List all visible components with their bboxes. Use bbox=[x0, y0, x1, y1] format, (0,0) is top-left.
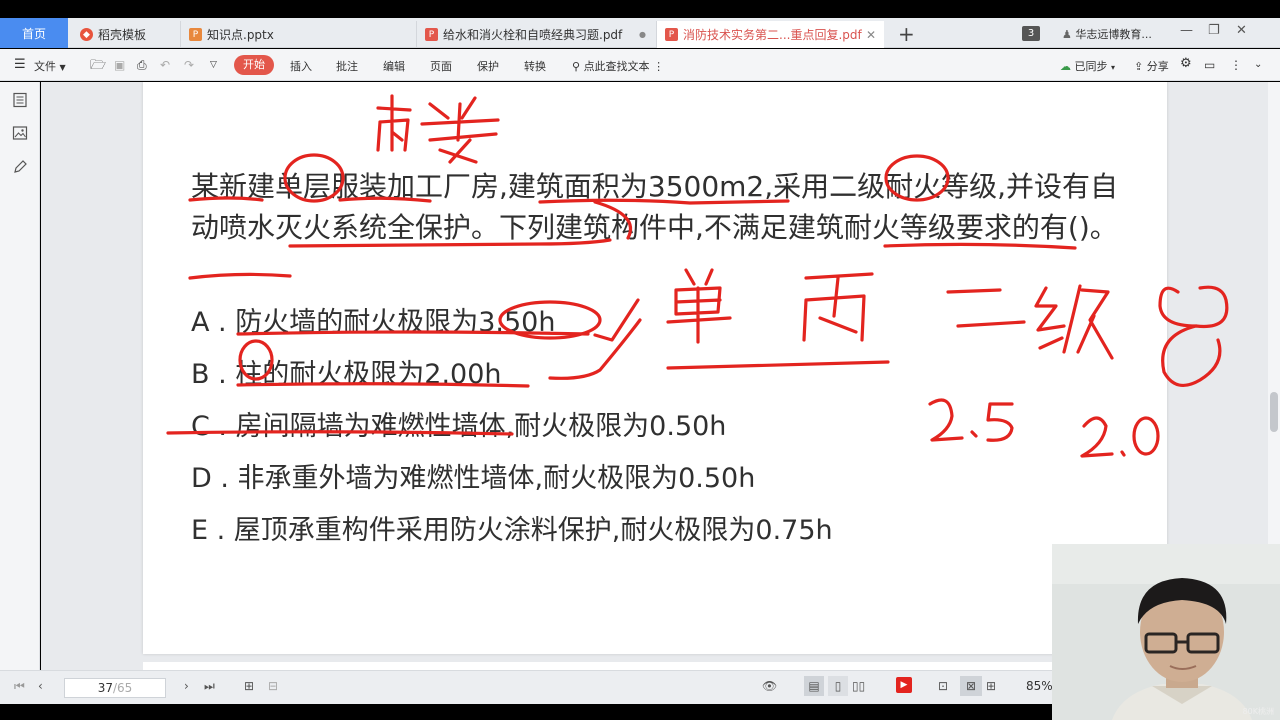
double-page-icon[interactable]: ▯▯ bbox=[852, 679, 865, 693]
pdf-file-icon: P bbox=[665, 28, 678, 41]
menu-protect[interactable]: 保护 bbox=[477, 58, 499, 74]
ppt-file-icon: P bbox=[189, 28, 202, 41]
menu-start[interactable]: 开始 bbox=[234, 55, 274, 75]
unsaved-dot-icon: ● bbox=[639, 30, 646, 39]
next-page-icon[interactable]: › bbox=[184, 679, 189, 693]
option-e: E . 屋顶承重构件采用防火涂料保护,耐火极限为0.75h bbox=[191, 515, 833, 546]
option-d: D . 非承重外墙为难燃性墙体,耐火极限为0.50h bbox=[191, 463, 756, 494]
tab-home-label: 首页 bbox=[21, 26, 46, 41]
zoom-level[interactable]: 85% bbox=[1026, 679, 1053, 693]
menu-edit[interactable]: 编辑 bbox=[383, 58, 405, 74]
daoke-icon: ◆ bbox=[80, 28, 93, 41]
save-icon[interactable]: ▣ bbox=[114, 58, 125, 72]
webcam-overlay: 80K桃洲 bbox=[1052, 544, 1280, 720]
tab-daoke-label: 稻壳模板 bbox=[98, 28, 147, 42]
file-menu[interactable]: 文件 ▼ bbox=[34, 58, 66, 74]
open-folder-icon[interactable]: 🗁 bbox=[90, 56, 106, 78]
actual-size-icon[interactable]: ⊞ bbox=[986, 679, 996, 693]
menu-insert[interactable]: 插入 bbox=[290, 58, 312, 74]
page-number-input[interactable]: 37/65 bbox=[64, 678, 166, 698]
continuous-view-icon[interactable]: ▤ bbox=[804, 676, 824, 696]
file-menu-label: 文件 bbox=[34, 60, 56, 73]
page-total: /65 bbox=[112, 681, 133, 695]
find-text-label: 点此查找文本 bbox=[583, 60, 650, 73]
tab-pdf-active-label: 消防技术实务第二...重点回复.pdf bbox=[683, 28, 862, 42]
minimize-icon[interactable]: — bbox=[1180, 23, 1193, 38]
video-watermark: 80K桃洲 bbox=[1242, 707, 1274, 716]
presenter-video bbox=[1052, 544, 1280, 720]
thumbnail-icon[interactable] bbox=[12, 125, 28, 141]
last-page-icon[interactable]: ⏭ bbox=[204, 679, 215, 694]
menu-page[interactable]: 页面 bbox=[430, 58, 452, 74]
chevron-down-icon: ▾ bbox=[1111, 63, 1116, 72]
insert-page-icon[interactable]: ⊟ bbox=[268, 679, 278, 693]
tab-bar: 首页 ◆ 稻壳模板 P 知识点.pptx P 给水和消火栓和自喷经典习题.pdf… bbox=[0, 18, 1280, 48]
outline-icon[interactable] bbox=[12, 92, 28, 108]
ribbon-toolbar: ☰ 文件 ▼ 🗁 ▣ ⎙ ↶ ↷ ▽ 开始 插入 批注 编辑 页面 保护 转换 … bbox=[0, 49, 1280, 81]
menu-annotate[interactable]: 批注 bbox=[336, 58, 358, 74]
hamburger-icon[interactable]: ☰ bbox=[14, 57, 26, 72]
tab-home[interactable]: 首页 bbox=[0, 18, 68, 48]
settings-gear-icon[interactable]: ⚙ bbox=[1180, 56, 1192, 71]
redo-icon[interactable]: ↷ bbox=[184, 58, 194, 72]
sync-label: 已同步 bbox=[1074, 60, 1108, 73]
pdf-file-icon: P bbox=[425, 28, 438, 41]
chevron-down-icon[interactable]: ⌄ bbox=[1254, 59, 1262, 70]
first-page-icon[interactable]: ⏮ bbox=[14, 679, 25, 694]
share-label: 分享 bbox=[1146, 60, 1169, 73]
fit-page-icon[interactable]: ⊡ bbox=[938, 679, 948, 693]
tab-pptx-label: 知识点.pptx bbox=[207, 28, 274, 42]
account-button[interactable]: ♟ 华志远博教育... bbox=[1062, 26, 1152, 42]
restore-icon[interactable]: ❐ bbox=[1208, 23, 1220, 38]
user-icon: ♟ bbox=[1062, 28, 1076, 41]
comment-icon[interactable]: ▭ bbox=[1204, 58, 1215, 72]
play-slideshow-icon[interactable]: ▶ bbox=[896, 677, 912, 693]
more-vertical-icon: ⋮ bbox=[653, 60, 665, 73]
quick-access-chevron-icon[interactable]: ▽ bbox=[210, 60, 217, 70]
prev-page-icon[interactable]: ‹ bbox=[38, 679, 43, 693]
share-icon: ⇪ bbox=[1134, 60, 1144, 73]
tab-count-badge[interactable]: 3 bbox=[1022, 26, 1040, 41]
more-vertical-icon[interactable]: ⋮ bbox=[1230, 58, 1242, 72]
option-c: C . 房间隔墙为难燃性墙体,耐火极限为0.50h bbox=[191, 411, 727, 442]
left-sidebar bbox=[0, 82, 40, 670]
share-button[interactable]: ⇪ 分享 bbox=[1134, 58, 1169, 74]
fit-width-icon[interactable]: ⊠ bbox=[960, 676, 982, 696]
tab-pdf-exercises[interactable]: P 给水和消火栓和自喷经典习题.pdf ● bbox=[416, 21, 654, 48]
pdf-next-page bbox=[143, 662, 1167, 670]
sync-status[interactable]: ☁ 已同步 ▾ bbox=[1060, 58, 1115, 74]
tab-daoke-template[interactable]: ◆ 稻壳模板 bbox=[72, 21, 178, 48]
tab-pdf-active[interactable]: P 消防技术实务第二...重点回复.pdf ✕ bbox=[656, 21, 884, 48]
tab-pptx-file[interactable]: P 知识点.pptx bbox=[180, 21, 412, 48]
option-a: A . 防火墙的耐火极限为3.50h bbox=[191, 307, 556, 338]
pdf-page: 某新建单层服装加工厂房,建筑面积为3500m2,采用二级耐火等级,并设有自动喷水… bbox=[143, 82, 1167, 654]
eye-protection-icon[interactable]: 👁 bbox=[762, 679, 777, 693]
new-tab-button[interactable]: + bbox=[898, 22, 915, 46]
print-icon[interactable]: ⎙ bbox=[137, 58, 147, 73]
chevron-down-icon: ▼ bbox=[59, 63, 66, 72]
undo-icon[interactable]: ↶ bbox=[160, 58, 170, 72]
scrollbar-thumb[interactable] bbox=[1270, 392, 1278, 432]
close-tab-icon[interactable]: ✕ bbox=[866, 28, 876, 42]
add-page-icon[interactable]: ⊞ bbox=[244, 679, 254, 693]
menu-convert[interactable]: 转换 bbox=[524, 58, 546, 74]
option-b: B . 柱的耐火极限为2.00h bbox=[191, 359, 502, 390]
close-window-icon[interactable]: ✕ bbox=[1236, 23, 1247, 38]
find-text-button[interactable]: ⚲ 点此查找文本 ⋮ bbox=[572, 58, 664, 74]
single-page-icon[interactable]: ▯ bbox=[828, 676, 848, 696]
annotation-pen-icon[interactable] bbox=[12, 159, 28, 175]
search-icon: ⚲ bbox=[572, 60, 581, 73]
tab-pdf-exercises-label: 给水和消火栓和自喷经典习题.pdf bbox=[443, 28, 623, 42]
page-current: 37 bbox=[97, 681, 113, 695]
cloud-sync-icon: ☁ bbox=[1060, 60, 1071, 73]
question-text: 某新建单层服装加工厂房,建筑面积为3500m2,采用二级耐火等级,并设有自动喷水… bbox=[191, 170, 1119, 244]
account-name: 华志远博教育... bbox=[1075, 28, 1152, 41]
